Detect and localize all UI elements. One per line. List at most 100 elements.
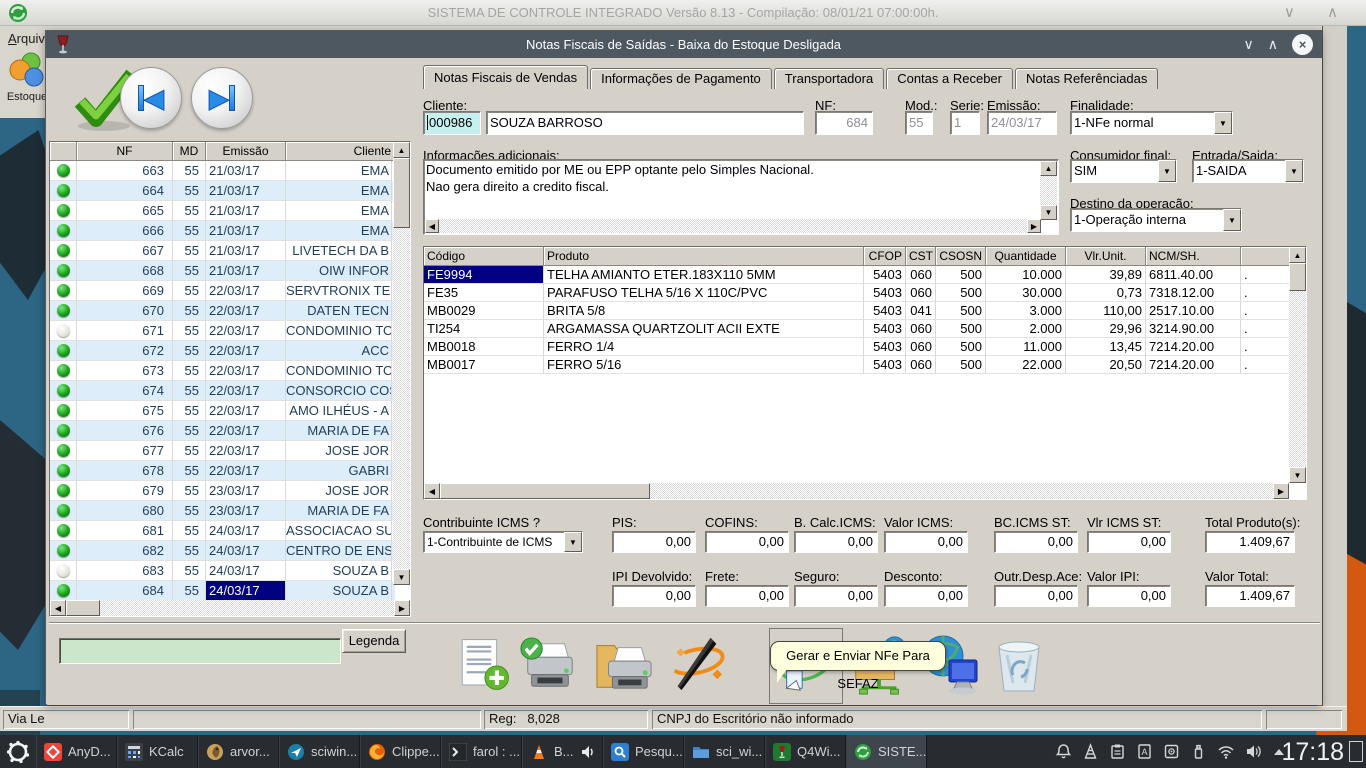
taskbar-app-arvor[interactable]: arvor... <box>198 735 279 768</box>
total-field[interactable]: 0,00 <box>1087 585 1171 607</box>
total-field[interactable]: 0,00 <box>612 531 696 553</box>
clipboard-icon[interactable] <box>1109 743 1126 760</box>
scrollbar-thumb[interactable] <box>440 483 650 499</box>
first-record-button[interactable]: ◀ <box>120 67 182 129</box>
dialog-close-button[interactable]: × <box>1292 34 1313 55</box>
product-row[interactable]: FE35PARAFUSO TELHA 5/16 X 110C/PVC540306… <box>424 284 1291 302</box>
nf-row[interactable]: 6665521/03/17EMA <box>50 221 395 241</box>
taskbar-app-anyd[interactable]: AnyD... <box>36 735 117 768</box>
dialog-minimize-button[interactable]: ∨ <box>1244 36 1254 53</box>
nf-row[interactable]: 6835524/03/17SOUZA B <box>50 561 395 581</box>
taskbar-app-sciwi[interactable]: sci_wi... <box>684 735 765 768</box>
gear-box-icon[interactable] <box>1163 743 1180 760</box>
product-row[interactable]: MB0017FERRO 5/16540306050022.00020,50721… <box>424 356 1291 374</box>
scroll-left-arrow[interactable]: ◀ <box>424 483 440 499</box>
tab-transportadora[interactable]: Transportadora <box>774 68 884 89</box>
show-desktop-button[interactable] <box>1349 741 1363 762</box>
clock[interactable]: 17:18 <box>1281 736 1344 768</box>
doc-a-icon[interactable]: A <box>1136 743 1153 760</box>
total-field[interactable]: 0,00 <box>884 585 968 607</box>
entrada-saida-dropdown[interactable]: 1-SAIDA▼ <box>1192 159 1304 183</box>
product-column-header[interactable]: CFOP <box>864 247 906 266</box>
scroll-up-arrow[interactable]: ▲ <box>393 142 410 158</box>
scroll-down-arrow[interactable]: ▼ <box>393 569 410 585</box>
outer-window-controls[interactable]: ∨ ∧ <box>1284 3 1352 21</box>
nf-emissao-cell[interactable]: 24/03/17 <box>206 581 286 601</box>
destino-operacao-dropdown[interactable]: 1-Operação interna▼ <box>1070 208 1242 232</box>
scrollbar-thumb[interactable] <box>393 158 410 228</box>
dropdown-arrow-icon[interactable]: ▼ <box>564 532 582 552</box>
scroll-right-arrow[interactable]: ▶ <box>394 600 410 616</box>
total-field[interactable]: 0,00 <box>994 585 1078 607</box>
nf-row[interactable]: 6735522/03/17CONDOMINIO TO <box>50 361 395 381</box>
taskbar-app-clippe[interactable]: Clippe... <box>360 735 441 768</box>
nf-row[interactable]: 6805523/03/17MARIA DE FA <box>50 501 395 521</box>
scroll-up-arrow[interactable]: ▲ <box>1289 247 1306 263</box>
serie-field[interactable]: 1 <box>950 111 980 135</box>
tab-contas-a-receber[interactable]: Contas a Receber <box>886 68 1013 89</box>
nf-row[interactable]: 6705522/03/17DATEN TECN <box>50 301 395 321</box>
nf-row[interactable]: 6755522/03/17AMO ILHÉUS - A <box>50 401 395 421</box>
scroll-down-arrow[interactable]: ▼ <box>1289 467 1306 483</box>
total-field[interactable]: 1.409,67 <box>1205 585 1295 607</box>
product-column-header[interactable]: NCM/SH. <box>1146 247 1241 266</box>
nf-row[interactable]: 6825524/03/17CENTRO DE ENS <box>50 541 395 561</box>
total-field[interactable]: 0,00 <box>884 531 968 553</box>
nf-row[interactable]: 6645521/03/17EMA <box>50 181 395 201</box>
emissao-field[interactable]: 24/03/17 <box>987 111 1057 135</box>
total-field[interactable]: 0,00 <box>1087 531 1171 553</box>
taskbar-app-pesqu[interactable]: Pesqu... <box>603 735 684 768</box>
cliente-name-field[interactable]: SOUZA BARROSO <box>486 111 804 135</box>
dropdown-arrow-icon[interactable]: ▼ <box>1158 160 1176 182</box>
nf-field[interactable]: 684 <box>815 111 873 135</box>
product-column-header[interactable]: CST <box>906 247 936 266</box>
info-hscrollbar[interactable]: ◀ ▶ <box>425 219 1041 233</box>
total-field[interactable]: 0,00 <box>705 531 789 553</box>
taskbar-app-kcalc[interactable]: KCalc <box>117 735 198 768</box>
scrollbar-thumb[interactable] <box>1289 263 1306 291</box>
dropdown-arrow-icon[interactable]: ▼ <box>1214 112 1232 134</box>
product-hscrollbar[interactable]: ◀ ▶ <box>424 483 1289 499</box>
nf-row[interactable]: 6635521/03/17EMA <box>50 161 395 181</box>
new-document-button[interactable] <box>452 631 516 699</box>
taskbar-app-b[interactable]: B... <box>522 735 603 768</box>
tab-notas-fiscais-de-vendas[interactable]: Notas Fiscais de Vendas <box>423 65 588 89</box>
nf-list-vscrollbar[interactable]: ▲ ▼ <box>393 142 410 585</box>
print-approved-button[interactable] <box>517 631 581 699</box>
taskbar-app-sciwin[interactable]: sciwin... <box>279 735 360 768</box>
wifi-icon[interactable] <box>1217 743 1235 760</box>
cone-icon[interactable] <box>1082 743 1099 760</box>
bell-icon[interactable] <box>1055 743 1072 760</box>
total-field[interactable]: 0,00 <box>794 585 878 607</box>
usb-icon[interactable] <box>1190 743 1207 760</box>
nf-row[interactable]: 6695522/03/17SERVTRONIX TE <box>50 281 395 301</box>
product-column-header[interactable]: CSOSN <box>936 247 986 266</box>
nf-row[interactable]: 6655521/03/17EMA <box>50 201 395 221</box>
product-column-header[interactable]: Produto <box>544 247 864 266</box>
nf-row[interactable]: 6765522/03/17MARIA DE FA <box>50 421 395 441</box>
dialog-maximize-button[interactable]: ∧ <box>1268 36 1278 53</box>
nf-row[interactable]: 6775522/03/17JOSE JOR <box>50 441 395 461</box>
nf-column-header[interactable]: Cliente <box>286 142 395 161</box>
nf-row[interactable]: 6785522/03/17GABRI <box>50 461 395 481</box>
nf-row[interactable]: 6715522/03/17CONDOMINIO TO <box>50 321 395 341</box>
scrollbar-thumb[interactable] <box>66 600 100 616</box>
dialog-titlebar[interactable]: Notas Fiscais de Saídas - Baixa do Estoq… <box>46 31 1321 58</box>
nf-column-header[interactable]: NF <box>77 142 173 161</box>
info-vscrollbar[interactable]: ▲ ▼ <box>1040 161 1057 220</box>
contribuinte-icms-dropdown[interactable]: 1-Contribuinte de ICMS▼ <box>423 531 583 553</box>
start-menu-button[interactable] <box>0 735 36 768</box>
total-field[interactable]: 0,00 <box>612 585 696 607</box>
product-column-header[interactable]: Vlr.Unit. <box>1066 247 1146 266</box>
last-record-button[interactable]: ▶ <box>191 67 253 129</box>
taskbar-app-q4wi[interactable]: Q4Wi... <box>765 735 846 768</box>
product-row[interactable]: MB0018FERRO 1/4540306050011.00013,457214… <box>424 338 1291 356</box>
outer-app-titlebar[interactable]: SISTEMA DE CONTROLE INTEGRADO Versão 8.1… <box>0 0 1366 26</box>
total-field[interactable]: 0,00 <box>705 585 789 607</box>
mod-field[interactable]: 55 <box>905 111 933 135</box>
nf-row[interactable]: 6745522/03/17CONSORCIO COST <box>50 381 395 401</box>
product-row[interactable]: TI254ARGAMASSA QUARTZOLIT ACII EXTE54030… <box>424 320 1291 338</box>
taskbar-app-farol[interactable]: farol : ... <box>441 735 522 768</box>
nf-column-header[interactable]: Emissão <box>206 142 286 161</box>
total-field[interactable]: 0,00 <box>794 531 878 553</box>
